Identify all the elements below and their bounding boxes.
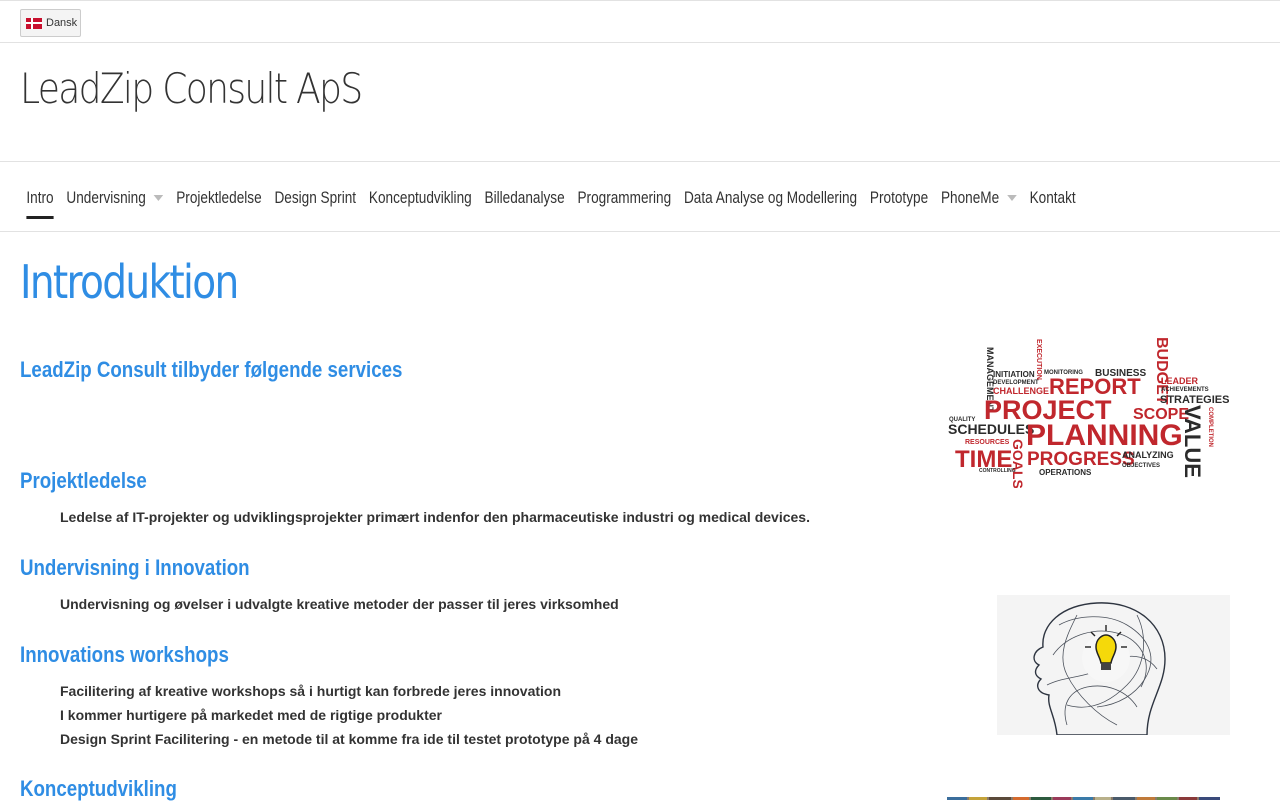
wordcloud-word: CONTROLLING xyxy=(979,468,1016,474)
nav-item-label: Prototype xyxy=(869,188,929,207)
project-planning-wordcloud-image: MANAGEMENT INITIATION DEVELOPMENT CHALLE… xyxy=(947,335,1230,488)
wordcloud-word: RESOURCES xyxy=(965,439,1010,446)
chevron-down-icon[interactable] xyxy=(1007,195,1017,201)
wordcloud-word: INITIATION xyxy=(993,370,1035,379)
wordcloud-word: SCHEDULES xyxy=(948,421,1034,437)
lightbulb-head-graphic xyxy=(997,595,1230,735)
language-label: Dansk xyxy=(46,17,78,29)
wordcloud-word: OBJECTIVES xyxy=(1122,463,1160,469)
nav-item-label: Konceptudvikling xyxy=(368,188,472,207)
nav-item-kontakt[interactable]: Kontakt xyxy=(1023,186,1082,210)
nav-item-billedanalyse[interactable]: Billedanalyse xyxy=(478,186,571,210)
chevron-down-icon[interactable] xyxy=(153,195,164,201)
section-title-undervisning: Undervisning i Innovation xyxy=(20,555,250,580)
wordcloud-word: PROGRESS xyxy=(1027,449,1135,470)
language-switcher-button[interactable]: Dansk xyxy=(20,9,81,37)
section-text: Ledelse af IT-projekter og udviklingspro… xyxy=(60,509,810,525)
nav-item-label: Undervisning xyxy=(66,188,146,207)
nav-item-data-analyse-og-modellering[interactable]: Data Analyse og Modellering xyxy=(678,186,864,210)
nav-item-intro[interactable]: Intro xyxy=(20,186,60,219)
nav-list: Intro Undervisning Projektledelse Design Sp… xyxy=(20,186,1082,219)
concept-development-image xyxy=(947,792,1220,800)
nav-item-label: Projektledelse xyxy=(176,188,262,207)
page-title: Introduktion xyxy=(20,255,239,309)
services-subheading: LeadZip Consult tilbyder følgende servic… xyxy=(20,357,403,382)
section-title-projektledelse: Projektledelse xyxy=(20,468,147,493)
section-text: Design Sprint Facilitering - en metode t… xyxy=(60,731,638,747)
wordcloud-word: COMPLETION xyxy=(1207,407,1213,447)
section-text: Facilitering af kreative workshops så i … xyxy=(60,683,562,699)
nav-item-label: Design Sprint xyxy=(274,188,357,207)
wordcloud-word: GOALS xyxy=(1010,439,1026,488)
nav-item-phoneme[interactable]: PhoneMe xyxy=(935,186,1024,210)
wordcloud-word: LEADER xyxy=(1161,376,1199,386)
nav-item-undervisning[interactable]: Undervisning xyxy=(60,186,170,210)
language-bar: Dansk xyxy=(0,0,1280,43)
main-navigation: Intro Undervisning Projektledelse Design Sp… xyxy=(0,161,1280,232)
innovation-lightbulb-head-image xyxy=(997,595,1230,735)
wordcloud-word: EXECUTION xyxy=(1035,339,1042,380)
section-text: Undervisning og øvelser i udvalgte kreat… xyxy=(60,596,619,612)
nav-item-label: Programmering xyxy=(577,188,672,207)
site-title[interactable]: LeadZip Consult ApS xyxy=(20,64,363,113)
danish-flag-icon xyxy=(26,17,42,29)
nav-item-prototype[interactable]: Prototype xyxy=(864,186,935,210)
nav-item-programmering[interactable]: Programmering xyxy=(571,186,678,210)
wordcloud-word: PLANNING xyxy=(1026,419,1183,452)
nav-item-konceptudvikling[interactable]: Konceptudvikling xyxy=(362,186,478,210)
wordcloud-word: VALUE xyxy=(1180,405,1205,478)
section-title-workshops: Innovations workshops xyxy=(20,642,229,667)
nav-item-label: Data Analyse og Modellering xyxy=(683,188,858,207)
nav-item-design-sprint[interactable]: Design Sprint xyxy=(268,186,362,210)
nav-item-projektledelse[interactable]: Projektledelse xyxy=(170,186,268,210)
section-title-konceptudvikling: Konceptudvikling xyxy=(20,776,177,801)
nav-item-label: Kontakt xyxy=(1029,188,1076,207)
wordcloud-word: ACHIEVEMENTS xyxy=(1161,387,1209,393)
nav-item-label: PhoneMe xyxy=(940,188,1000,207)
nav-item-label: Intro xyxy=(26,188,54,207)
section-text: I kommer hurtigere på markedet med de ri… xyxy=(60,707,442,723)
wordcloud-word: ANALYZING xyxy=(1122,450,1174,460)
wordcloud-word: OPERATIONS xyxy=(1039,468,1092,477)
nav-item-label: Billedanalyse xyxy=(484,188,565,207)
wordcloud-graphic: MANAGEMENT INITIATION DEVELOPMENT CHALLE… xyxy=(947,335,1230,488)
